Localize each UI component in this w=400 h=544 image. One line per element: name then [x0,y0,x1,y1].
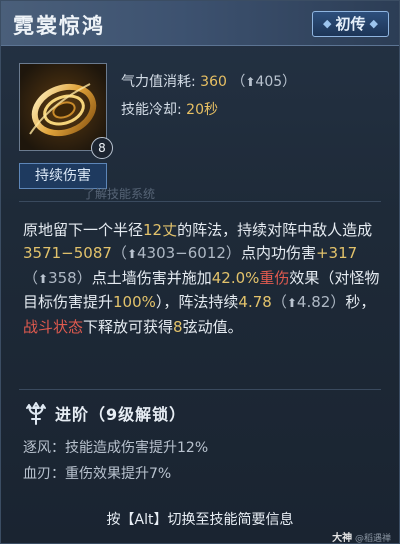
trident-icon [23,399,49,425]
cost-label: 气力值消耗: [121,74,196,90]
tooltip-header: 霓裳惊鸿 ◆ 初传 ◆ [1,1,399,46]
divider [19,389,381,390]
desc-heavy-pct: 42.0% [211,268,260,287]
tier-badge-label: 初传 [335,15,366,33]
diamond-icon: ◆ [323,17,332,30]
up-arrow-icon: ⬆ [286,296,297,311]
desc-text: 秒， [345,293,376,312]
desc-duration: 4.78 [238,293,272,312]
desc-string-count: 8 [173,317,183,336]
up-arrow-icon: ⬆ [38,271,49,286]
stat-cooldown: 技能冷却: 20秒 [121,99,218,119]
desc-text: 弦动值。 [182,317,243,336]
stat-cost: 气力值消耗: 360 （⬆405） [121,74,297,90]
desc-combat-state: 战斗状态 [23,317,84,336]
divider [19,201,381,202]
desc-monster-pct: 100% [113,293,156,312]
cooldown-value: 20秒 [186,102,218,118]
desc-bonus: +317 [315,244,358,263]
golden-ring-swirl-icon [19,63,107,151]
up-arrow-icon: ⬆ [245,75,256,89]
up-arrow-icon: ⬆ [126,247,137,262]
desc-radius: 12丈 [143,221,178,239]
skill-level-badge: 8 [91,137,113,159]
advance-line: 血刃：重伤效果提升7% [23,466,172,482]
desc-bonus-delta: 358 [48,268,77,287]
desc-text: 点内功伤害 [240,244,316,263]
cost-delta: 405 [255,74,283,90]
tier-badge: ◆ 初传 ◆ [312,11,389,37]
desc-heavy-label: 重伤 [259,268,290,287]
footer-hint: 按【Alt】切换至技能简要信息 [106,512,294,528]
advance-line: 逐风：技能造成伤害提升12% [23,440,209,456]
skill-tooltip: 霓裳惊鸿 ◆ 初传 ◆ 8 持续伤害 气力值消耗: 360 （⬆405） 技能冷… [0,0,400,544]
diamond-icon: ◆ [369,17,378,30]
desc-text: 点土墙伤害并施加 [91,268,212,287]
background-hint: 了解技能系统 [83,187,156,201]
desc-text: 下释放可获得 [83,317,174,336]
watermark-handle: @稻遇禅 [354,534,391,544]
skill-description: 原地留下一个半径12丈的阵法，持续对阵中敌人造成3571−5087（⬆4303−… [23,221,380,336]
desc-text: 原地留下一个半径 [23,221,144,239]
desc-duration-delta: 4.82 [296,293,331,312]
watermark: 大神 @稻遇禅 [332,529,391,544]
desc-damage-range: 3571−5087 [23,244,112,263]
desc-damage-delta: 4303−6012 [137,244,226,263]
desc-text: ），阵法持续 [155,293,239,312]
watermark-brand: 大神 [332,533,353,544]
cooldown-label: 技能冷却: [121,102,182,118]
advance-title: 进阶（9级解锁） [55,405,187,424]
cost-value: 360 [200,74,227,90]
skill-title: 霓裳惊鸿 [13,14,105,38]
desc-text: 的阵法，持续对阵中敌人造成 [177,221,373,239]
